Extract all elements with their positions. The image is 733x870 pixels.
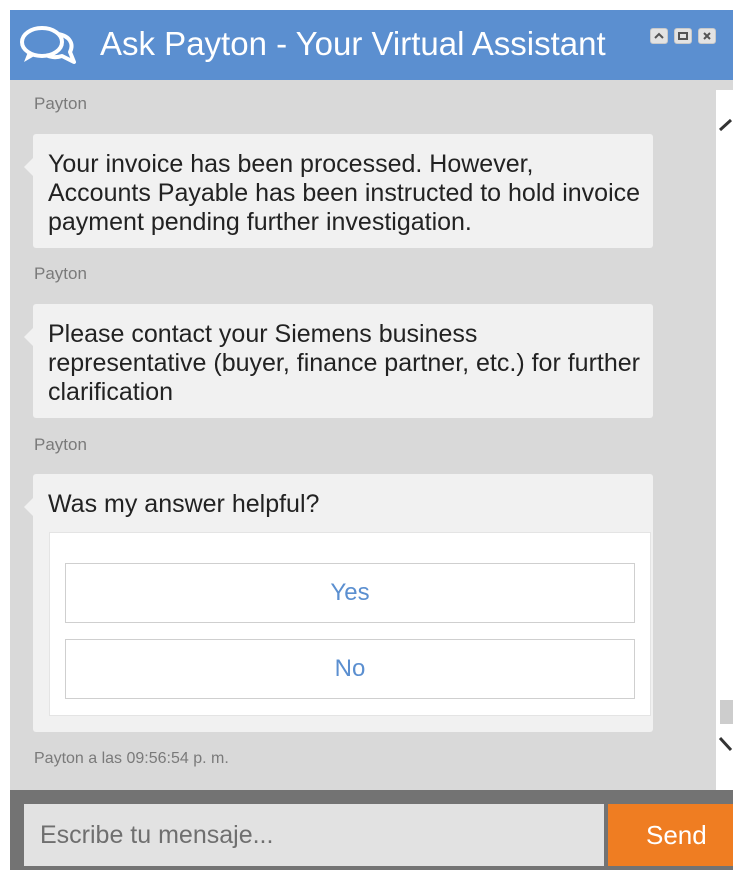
message-bubble: Please contact your Siemens business rep… (24, 304, 653, 418)
chat-bubbles-icon (20, 26, 76, 64)
message-input[interactable] (24, 804, 604, 866)
minimize-icon[interactable] (650, 28, 668, 44)
message-text: Please contact your Siemens business rep… (48, 320, 640, 406)
message-list: Payton Your invoice has been processed. … (10, 80, 716, 790)
scroll-up-icon[interactable] (718, 118, 733, 132)
message-sender: Payton (34, 264, 87, 283)
message-sender: Payton (34, 435, 87, 454)
feedback-bubble: Was my answer helpful? Yes No (24, 474, 653, 732)
feedback-question: Was my answer helpful? (48, 490, 320, 518)
maximize-icon[interactable] (674, 28, 692, 44)
composer-bar: Send (10, 790, 733, 870)
scroll-thumb[interactable] (720, 700, 733, 724)
send-button[interactable]: Send (608, 804, 733, 866)
scroll-down-icon[interactable] (718, 736, 733, 752)
message-text: Your invoice has been processed. However… (48, 150, 641, 236)
no-button[interactable]: No (65, 639, 635, 699)
feedback-options: Yes No (49, 532, 651, 716)
yes-button[interactable]: Yes (65, 563, 635, 623)
scrollbar[interactable] (716, 90, 733, 790)
message-timestamp: Payton a las 09:56:54 p. m. (34, 750, 229, 767)
message-sender: Payton (34, 94, 87, 113)
title-bar: Ask Payton - Your Virtual Assistant (10, 10, 733, 80)
message-bubble: Your invoice has been processed. However… (24, 134, 653, 248)
window-title: Ask Payton - Your Virtual Assistant (100, 25, 606, 62)
close-icon[interactable] (698, 28, 716, 44)
chat-window: Ask Payton - Your Virtual Assistant Payt… (10, 10, 733, 870)
